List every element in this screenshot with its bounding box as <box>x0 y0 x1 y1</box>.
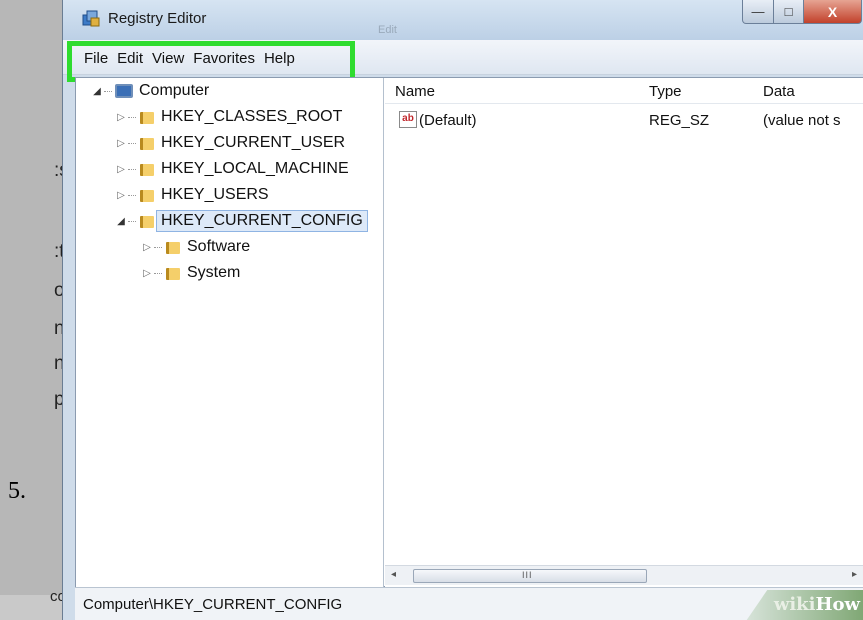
scroll-right-icon[interactable]: ▸ <box>852 569 857 580</box>
folder-icon <box>139 213 155 229</box>
tree-item-hkey-current-user[interactable]: ▷ HKEY_CURRENT_USER <box>114 130 345 156</box>
window-title: Registry Editor <box>108 10 207 27</box>
status-bar: Computer\HKEY_CURRENT_CONFIG wikiHow <box>75 587 863 620</box>
tree-item-system[interactable]: ▷ System <box>140 260 240 286</box>
tree-connector <box>128 194 136 196</box>
table-row[interactable]: ab (Default) REG_SZ (value not s <box>385 110 863 132</box>
tree-item-label: Software <box>187 238 251 255</box>
collapse-arrow-icon[interactable]: ◢ <box>114 216 128 227</box>
expand-arrow-icon[interactable]: ▷ <box>114 138 128 149</box>
watermark-text: wikiHow <box>773 594 860 615</box>
column-header-type[interactable]: Type <box>649 83 682 100</box>
folder-icon <box>165 239 181 255</box>
step-number: 5. <box>8 478 26 504</box>
scrollbar-thumb[interactable]: III <box>413 569 647 583</box>
folder-icon <box>139 135 155 151</box>
tree-item-hkey-users[interactable]: ▷ HKEY_USERS <box>114 182 269 208</box>
tree-item-hkey-classes-root[interactable]: ▷ HKEY_CLASSES_ROOT <box>114 104 342 130</box>
tree-item-label: System <box>187 264 241 281</box>
title-bar[interactable]: Registry Editor Edit — □ X <box>63 0 863 40</box>
status-path: Computer\HKEY_CURRENT_CONFIG <box>83 596 343 613</box>
value-name: (Default) <box>419 112 477 129</box>
screenshot: :s :te or nd n f p co 5. Registry Editor… <box>0 0 863 620</box>
expand-arrow-icon[interactable]: ▷ <box>114 190 128 201</box>
list-header: Name Type Data <box>385 78 863 104</box>
tree-item-computer[interactable]: ◢ Computer <box>90 78 209 104</box>
horizontal-scrollbar[interactable]: ◂ III ▸ <box>385 565 863 585</box>
tree-item-label: HKEY_CURRENT_CONFIG <box>156 210 368 232</box>
registry-editor-icon <box>82 10 100 27</box>
collapse-arrow-icon[interactable]: ◢ <box>90 86 104 97</box>
folder-icon <box>139 187 155 203</box>
tree-connector <box>128 142 136 144</box>
expand-arrow-icon[interactable]: ▷ <box>140 268 154 279</box>
folder-icon <box>139 109 155 125</box>
expand-arrow-icon[interactable]: ▷ <box>114 112 128 123</box>
tree-connector <box>154 272 162 274</box>
tree-item-label: HKEY_USERS <box>161 186 269 203</box>
tree-item-label: HKEY_LOCAL_MACHINE <box>161 160 349 177</box>
value-list-pane[interactable]: Name Type Data ab (Default) REG_SZ (valu… <box>385 78 863 588</box>
tree-item-label: HKEY_CURRENT_USER <box>161 134 346 151</box>
tree-item-software[interactable]: ▷ Software <box>140 234 250 260</box>
folder-icon <box>139 161 155 177</box>
background-tab-label: Edit <box>378 24 397 36</box>
value-type: REG_SZ <box>649 112 710 129</box>
editor-content: ◢ Computer ▷ HKEY_CLASSES_ROOT ▷ HKEY_CU… <box>75 77 863 588</box>
wikihow-watermark: wikiHow <box>746 590 863 620</box>
column-header-data[interactable]: Data <box>763 83 795 100</box>
column-header-name[interactable]: Name <box>395 83 435 100</box>
tree-connector <box>128 168 136 170</box>
window-controls: — □ X <box>742 0 862 24</box>
tree-item-label: HKEY_CLASSES_ROOT <box>161 108 343 125</box>
minimize-button[interactable]: — <box>742 0 774 24</box>
tree-item-hkey-current-config[interactable]: ◢ HKEY_CURRENT_CONFIG <box>114 208 368 234</box>
computer-icon <box>115 84 133 98</box>
tree-connector <box>128 116 136 118</box>
folder-icon <box>165 265 181 281</box>
key-tree-pane[interactable]: ◢ Computer ▷ HKEY_CLASSES_ROOT ▷ HKEY_CU… <box>76 78 384 588</box>
scrollbar-grip-icon: III <box>522 570 533 580</box>
tree-connector <box>128 220 136 222</box>
menu-highlight-box <box>67 41 355 82</box>
tree-item-hkey-local-machine[interactable]: ▷ HKEY_LOCAL_MACHINE <box>114 156 349 182</box>
expand-arrow-icon[interactable]: ▷ <box>114 164 128 175</box>
tree-item-label: Computer <box>139 82 210 99</box>
maximize-button[interactable]: □ <box>774 0 804 24</box>
expand-arrow-icon[interactable]: ▷ <box>140 242 154 253</box>
scroll-left-icon[interactable]: ◂ <box>391 569 396 580</box>
value-data: (value not s <box>763 112 841 129</box>
close-button[interactable]: X <box>804 0 862 24</box>
tree-connector <box>154 246 162 248</box>
string-value-icon: ab <box>399 111 417 128</box>
registry-editor-window: Registry Editor Edit — □ X File Edit Vie… <box>62 0 863 620</box>
tree-connector <box>104 90 112 92</box>
